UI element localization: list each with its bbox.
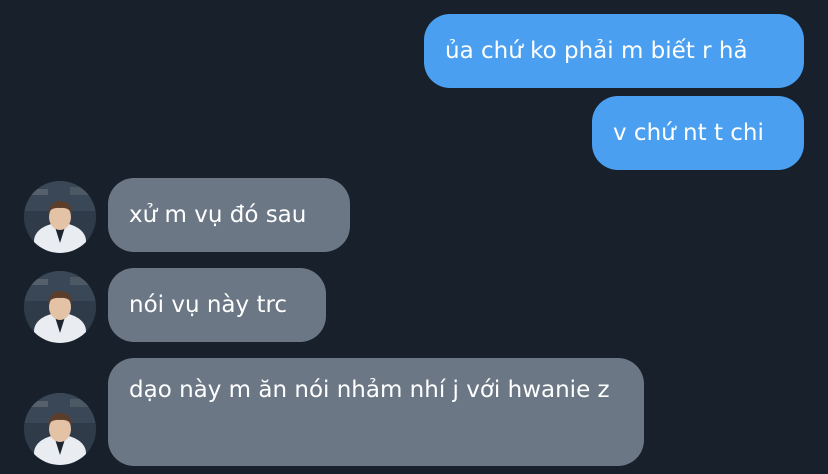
contact-avatar[interactable] <box>24 271 96 343</box>
avatar-photo-icon <box>24 393 96 465</box>
received-message-text: dạo này m ăn nói nhảm nhí j với hwanie z <box>129 377 610 403</box>
received-message-text: xử m vụ đó sau <box>129 202 307 228</box>
received-message-bubble[interactable]: dạo này m ăn nói nhảm nhí j với hwanie z <box>108 358 644 466</box>
received-message-bubble[interactable]: nói vụ này trc <box>108 268 326 342</box>
contact-avatar[interactable] <box>24 393 96 465</box>
sent-message-text: v chứ nt t chi <box>613 120 764 146</box>
received-message-text: nói vụ này trc <box>129 292 288 318</box>
avatar-photo-icon <box>24 271 96 343</box>
avatar-photo-icon <box>24 181 96 253</box>
sent-message-bubble[interactable]: v chứ nt t chi <box>592 96 804 170</box>
sent-message-text: ủa chứ ko phải m biết r hả <box>445 38 748 64</box>
sent-message-bubble[interactable]: ủa chứ ko phải m biết r hả <box>424 14 804 88</box>
received-message-bubble[interactable]: xử m vụ đó sau <box>108 178 350 252</box>
contact-avatar[interactable] <box>24 181 96 253</box>
